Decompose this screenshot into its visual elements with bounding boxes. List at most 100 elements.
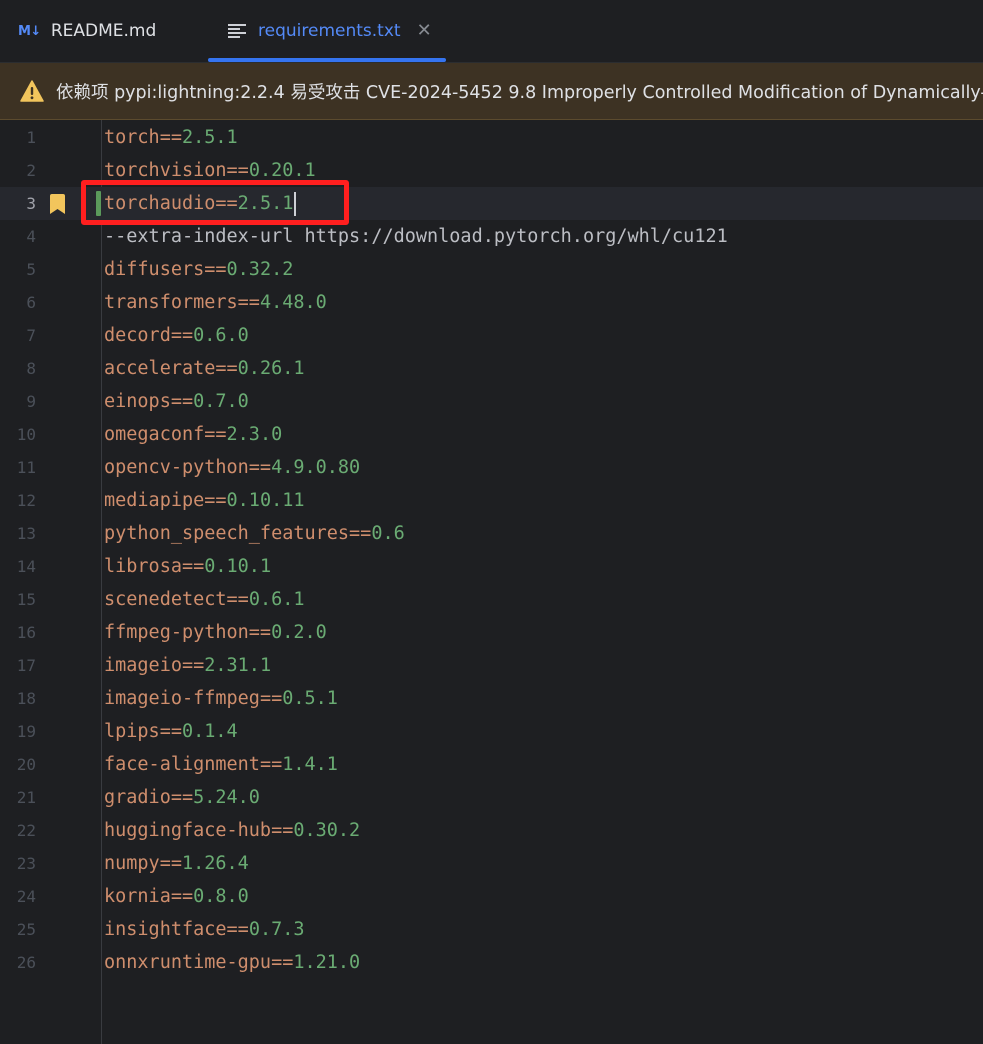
line-number[interactable]: 22 bbox=[0, 814, 36, 847]
code-text: decord==0.6.0 bbox=[104, 319, 249, 352]
token-pkg: gradio bbox=[104, 787, 171, 808]
token-op: == bbox=[159, 127, 182, 148]
code-line[interactable]: 5 diffusers==0.32.2 bbox=[0, 253, 983, 286]
bookmark-icon[interactable] bbox=[50, 194, 65, 214]
token-ver: 0.10.1 bbox=[204, 556, 272, 577]
line-number[interactable]: 13 bbox=[0, 517, 36, 550]
code-line[interactable]: 10 omegaconf==2.3.0 bbox=[0, 418, 983, 451]
token-ver: 0.6.0 bbox=[193, 325, 249, 346]
line-number[interactable]: 26 bbox=[0, 946, 36, 979]
code-line[interactable]: 11 opencv-python==4.9.0.80 bbox=[0, 451, 983, 484]
code-line[interactable]: 7 decord==0.6.0 bbox=[0, 319, 983, 352]
code-text: torch==2.5.1 bbox=[104, 121, 238, 154]
code-line[interactable]: 15 scenedetect==0.6.1 bbox=[0, 583, 983, 616]
code-editor[interactable]: 1 torch==2.5.1 2 torchvision==0.20.1 3 torcha… bbox=[0, 120, 983, 1044]
token-op: == bbox=[259, 688, 283, 709]
code-text: lpips==0.1.4 bbox=[104, 715, 238, 748]
code-line[interactable]: 22 huggingface-hub==0.30.2 bbox=[0, 814, 983, 847]
code-line[interactable]: 13 python_speech_features==0.6 bbox=[0, 517, 983, 550]
token-pkg: huggingface-hub bbox=[104, 820, 272, 841]
code-text: numpy==1.26.4 bbox=[104, 847, 249, 880]
token-op: == bbox=[226, 160, 249, 181]
token-pkg: face-alignment bbox=[104, 754, 260, 775]
code-line[interactable]: 21 gradio==5.24.0 bbox=[0, 781, 983, 814]
line-number[interactable]: 14 bbox=[0, 550, 36, 583]
code-line[interactable]: 12 mediapipe==0.10.11 bbox=[0, 484, 983, 517]
token-op: == bbox=[215, 358, 238, 379]
line-number[interactable]: 12 bbox=[0, 484, 36, 517]
code-line[interactable]: 19 lpips==0.1.4 bbox=[0, 715, 983, 748]
code-line[interactable]: 16 ffmpeg-python==0.2.0 bbox=[0, 616, 983, 649]
code-line[interactable]: 8 accelerate==0.26.1 bbox=[0, 352, 983, 385]
code-line[interactable]: 18 imageio-ffmpeg==0.5.1 bbox=[0, 682, 983, 715]
line-number[interactable]: 18 bbox=[0, 682, 36, 715]
token-op: == bbox=[181, 655, 205, 676]
token-ver: 0.6 bbox=[371, 523, 405, 544]
line-number[interactable]: 16 bbox=[0, 616, 36, 649]
line-number[interactable]: 9 bbox=[0, 385, 36, 418]
line-number[interactable]: 19 bbox=[0, 715, 36, 748]
line-number[interactable]: 20 bbox=[0, 748, 36, 781]
line-number[interactable]: 21 bbox=[0, 781, 36, 814]
token-pkg: einops bbox=[104, 391, 171, 412]
banner-message: 依赖项 pypi:lightning:2.2.4 易受攻击 CVE-2024-5… bbox=[56, 82, 983, 103]
line-number[interactable]: 6 bbox=[0, 286, 36, 319]
code-line[interactable]: 14 librosa==0.10.1 bbox=[0, 550, 983, 583]
token-ver: 0.10.11 bbox=[226, 490, 305, 511]
token-ver: 4.48.0 bbox=[259, 292, 327, 313]
line-number[interactable]: 1 bbox=[0, 121, 36, 154]
token-ver: 0.5.1 bbox=[282, 688, 338, 709]
tab-label: README.md bbox=[50, 21, 157, 41]
token-pkg: torch bbox=[104, 127, 160, 148]
code-line[interactable]: 9 einops==0.7.0 bbox=[0, 385, 983, 418]
line-number[interactable]: 23 bbox=[0, 847, 36, 880]
token-ver: 1.26.4 bbox=[181, 853, 249, 874]
line-number[interactable]: 5 bbox=[0, 253, 36, 286]
token-ver: 1.4.1 bbox=[282, 754, 338, 775]
code-line[interactable]: 6 transformers==4.48.0 bbox=[0, 286, 983, 319]
token-ver: 5.24.0 bbox=[193, 787, 260, 808]
code-text: librosa==0.10.1 bbox=[104, 550, 271, 583]
token-url: https://download.pytorch.org/whl/cu121 bbox=[293, 226, 728, 247]
token-op: == bbox=[204, 490, 227, 511]
code-line[interactable]: 20 face-alignment==1.4.1 bbox=[0, 748, 983, 781]
code-text: imageio==2.31.1 bbox=[104, 649, 271, 682]
line-number[interactable]: 8 bbox=[0, 352, 36, 385]
line-number[interactable]: 4 bbox=[0, 220, 36, 253]
token-ver: 0.8.0 bbox=[193, 886, 249, 907]
line-number[interactable]: 3 bbox=[0, 187, 36, 220]
code-line[interactable]: 17 imageio==2.31.1 bbox=[0, 649, 983, 682]
code-text: python_speech_features==0.6 bbox=[104, 517, 405, 550]
code-text: onnxruntime-gpu==1.21.0 bbox=[104, 946, 360, 979]
code-line[interactable]: 24 kornia==0.8.0 bbox=[0, 880, 983, 913]
token-ver: 2.31.1 bbox=[204, 655, 272, 676]
line-number[interactable]: 2 bbox=[0, 154, 36, 187]
line-number[interactable]: 11 bbox=[0, 451, 36, 484]
line-number[interactable]: 10 bbox=[0, 418, 36, 451]
code-line[interactable]: 1 torch==2.5.1 bbox=[0, 121, 983, 154]
code-text: opencv-python==4.9.0.80 bbox=[104, 451, 360, 484]
line-number[interactable]: 25 bbox=[0, 913, 36, 946]
code-line[interactable]: 26 onnxruntime-gpu==1.21.0 bbox=[0, 946, 983, 979]
line-number[interactable]: 17 bbox=[0, 649, 36, 682]
code-text: einops==0.7.0 bbox=[104, 385, 249, 418]
code-line[interactable]: 23 numpy==1.26.4 bbox=[0, 847, 983, 880]
vulnerability-banner: 依赖项 pypi:lightning:2.2.4 易受攻击 CVE-2024-5… bbox=[0, 62, 983, 120]
token-op: == bbox=[170, 325, 194, 346]
tab-readme[interactable]: M↓ README.md bbox=[18, 0, 156, 62]
token-op: == bbox=[170, 886, 194, 907]
token-pkg: torchvision bbox=[104, 160, 227, 181]
code-line[interactable]: 25 insightface==0.7.3 bbox=[0, 913, 983, 946]
line-number[interactable]: 15 bbox=[0, 583, 36, 616]
token-op: == bbox=[159, 721, 182, 742]
close-icon[interactable]: ✕ bbox=[417, 22, 432, 40]
tab-requirements[interactable]: requirements.txt ✕ bbox=[208, 0, 446, 62]
token-pkg: opencv-python bbox=[104, 457, 249, 478]
token-ver: 2.5.1 bbox=[181, 127, 238, 148]
token-pkg: imageio bbox=[104, 655, 182, 676]
line-number[interactable]: 7 bbox=[0, 319, 36, 352]
editor-tab-bar: M↓ README.md requirements.txt ✕ bbox=[0, 0, 983, 62]
code-text: scenedetect==0.6.1 bbox=[104, 583, 305, 616]
token-op: == bbox=[181, 556, 205, 577]
line-number[interactable]: 24 bbox=[0, 880, 36, 913]
